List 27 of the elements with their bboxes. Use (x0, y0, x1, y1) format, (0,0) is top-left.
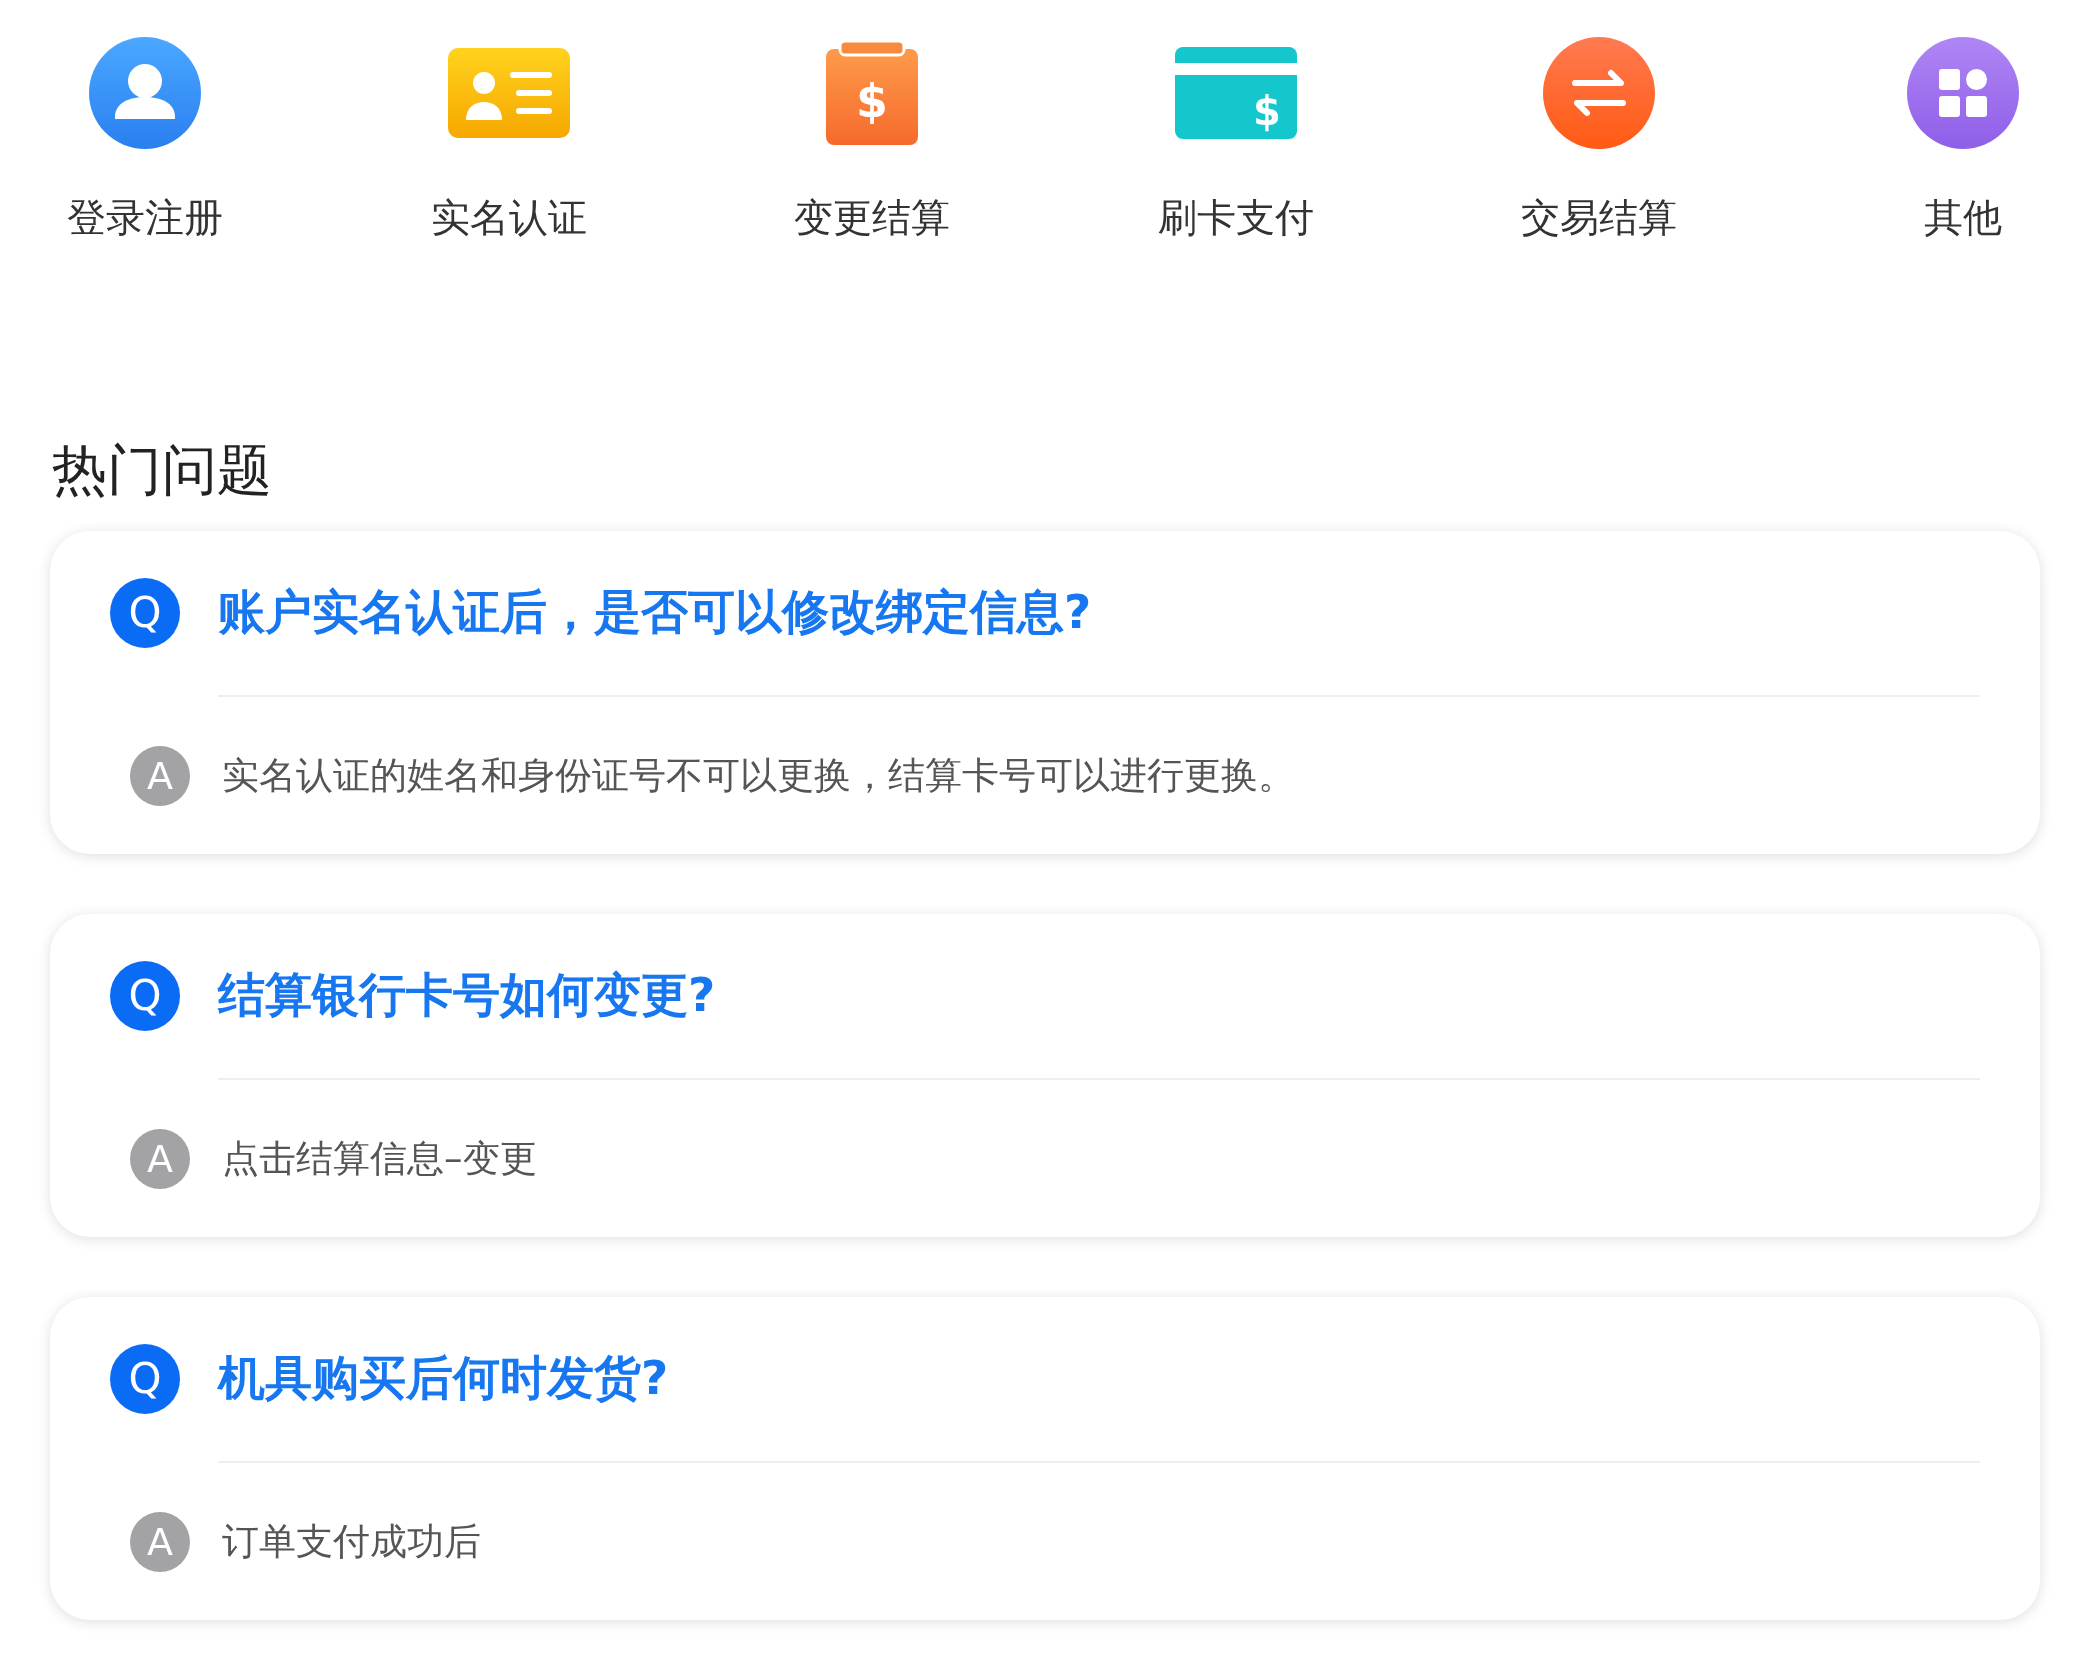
exchange-arrows-icon (1543, 37, 1656, 149)
faq-card[interactable]: Q 账户实名认证后，是否可以修改绑定信息? A 实名认证的姓名和身份证号不可以更换，结算卡号可以进行更换。 (50, 530, 2040, 854)
grid-icon (1906, 37, 2019, 149)
question-text: 机具购买后何时发货? (218, 1349, 669, 1407)
shortcut-label[interactable]: 其他 (1923, 191, 2002, 245)
answer-text: 订单支付成功后 (222, 1518, 481, 1565)
question-badge: Q (110, 577, 180, 648)
shortcut-label[interactable]: 变更结算 (794, 191, 951, 245)
section-title: 热门问题 (52, 440, 273, 501)
answer-badge: A (130, 745, 190, 806)
answer-badge: A (130, 1511, 190, 1572)
answer-badge: A (130, 1128, 190, 1189)
dollar-card-icon: $ (1174, 47, 1297, 139)
shortcut-label[interactable]: 登录注册 (67, 191, 223, 245)
faq-card[interactable]: Q 结算银行卡号如何变更? A 点击结算信息–变更 (50, 913, 2040, 1237)
shortcut-label[interactable]: 交易结算 (1521, 191, 1678, 245)
answer-text: 点击结算信息–变更 (222, 1135, 537, 1182)
question-text: 结算银行卡号如何变更? (218, 966, 716, 1024)
answer-text: 实名认证的姓名和身份证号不可以更换，结算卡号可以进行更换。 (222, 752, 1295, 799)
person-icon (89, 37, 201, 149)
id-card-icon (447, 48, 570, 138)
question-text: 账户实名认证后，是否可以修改绑定信息? (218, 583, 1092, 641)
question-badge: Q (110, 1343, 180, 1414)
question-badge: Q (110, 960, 180, 1031)
shortcut-label[interactable]: 实名认证 (430, 191, 587, 245)
shortcut-label[interactable]: 刷卡支付 (1157, 191, 1314, 245)
faq-card[interactable]: Q 机具购买后何时发货? A 订单支付成功后 (50, 1296, 2040, 1620)
